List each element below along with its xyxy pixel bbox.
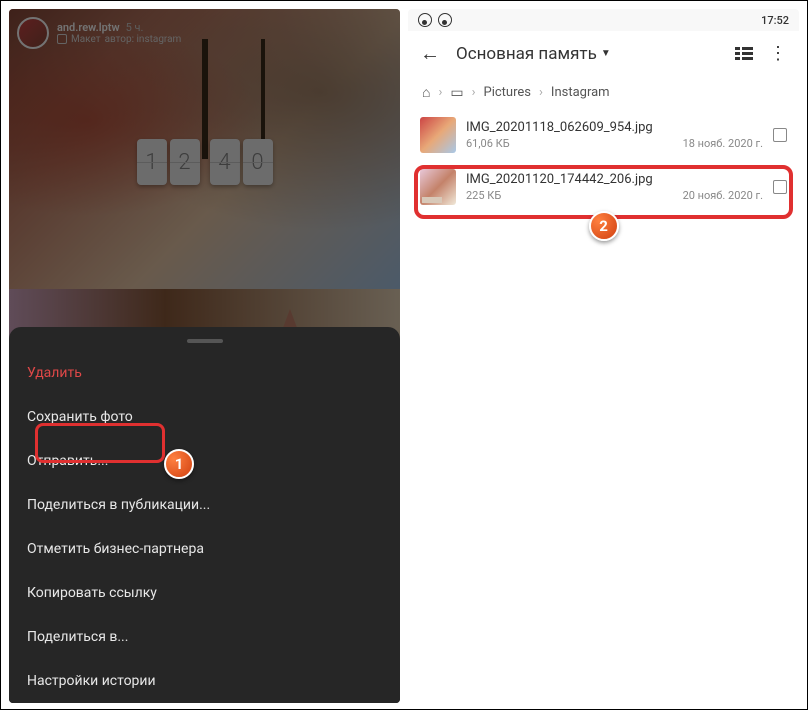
file-thumbnail xyxy=(420,169,456,205)
file-name: IMG_20201120_174442_206.jpg xyxy=(466,172,763,187)
status-time: 17:52 xyxy=(761,14,789,27)
file-date: 20 нояб. 2020 г. xyxy=(683,189,763,202)
chevron-right-icon: › xyxy=(539,85,543,100)
breadcrumb-pictures[interactable]: Pictures xyxy=(484,85,531,100)
chevron-right-icon: › xyxy=(472,85,476,100)
sheet-handle[interactable] xyxy=(187,339,223,343)
menu-share-publication[interactable]: Поделиться в публикации... xyxy=(9,483,400,527)
storage-title: Основная память xyxy=(456,44,597,64)
menu-share-in[interactable]: Поделиться в... xyxy=(9,615,400,659)
file-checkbox[interactable] xyxy=(773,128,787,142)
menu-save-photo[interactable]: Сохранить фото xyxy=(9,395,400,439)
callout-badge-1: 1 xyxy=(164,449,194,479)
file-checkbox[interactable] xyxy=(773,180,787,194)
storage-dropdown[interactable]: Основная память ▼ xyxy=(456,44,719,64)
file-size: 225 КБ xyxy=(466,189,501,202)
breadcrumb-instagram[interactable]: Instagram xyxy=(551,85,610,100)
app-bar: ← Основная память ▼ ⋮ xyxy=(408,31,799,76)
file-date: 18 нояб. 2020 г. xyxy=(683,137,763,150)
chevron-right-icon: › xyxy=(438,85,442,100)
list-view-icon[interactable] xyxy=(735,47,753,61)
file-row[interactable]: IMG_20201118_062609_954.jpg 61,06 КБ 18 … xyxy=(408,109,799,161)
status-bar: 17:52 xyxy=(408,9,799,31)
menu-send[interactable]: Отправить... xyxy=(9,439,400,483)
back-arrow-icon[interactable]: ← xyxy=(420,41,440,66)
viber-icon xyxy=(438,13,452,27)
file-name: IMG_20201118_062609_954.jpg xyxy=(466,120,763,135)
menu-copy-link[interactable]: Копировать ссылку xyxy=(9,571,400,615)
menu-story-settings[interactable]: Настройки истории xyxy=(9,659,400,703)
file-manager-screen: 17:52 ← Основная память ▼ ⋮ ⌂ › ▭ › Pict… xyxy=(408,9,799,703)
breadcrumb: ⌂ › ▭ › Pictures › Instagram xyxy=(408,76,799,109)
viber-icon xyxy=(418,13,432,27)
file-size: 61,06 КБ xyxy=(466,137,510,150)
menu-delete[interactable]: Удалить xyxy=(9,351,400,395)
home-icon[interactable]: ⌂ xyxy=(422,84,430,101)
device-icon[interactable]: ▭ xyxy=(450,85,463,101)
menu-tag-partner[interactable]: Отметить бизнес-партнера xyxy=(9,527,400,571)
file-thumbnail xyxy=(420,117,456,153)
action-sheet: Удалить Сохранить фото Отправить... Поде… xyxy=(9,327,400,703)
file-row[interactable]: IMG_20201120_174442_206.jpg 225 КБ 20 но… xyxy=(408,161,799,213)
instagram-story-screen: and.rew.lptw 5 ч. Макет автор: instagram… xyxy=(9,9,400,703)
chevron-down-icon: ▼ xyxy=(601,48,611,59)
more-icon[interactable]: ⋮ xyxy=(769,43,787,64)
callout-badge-2: 2 xyxy=(589,211,619,241)
